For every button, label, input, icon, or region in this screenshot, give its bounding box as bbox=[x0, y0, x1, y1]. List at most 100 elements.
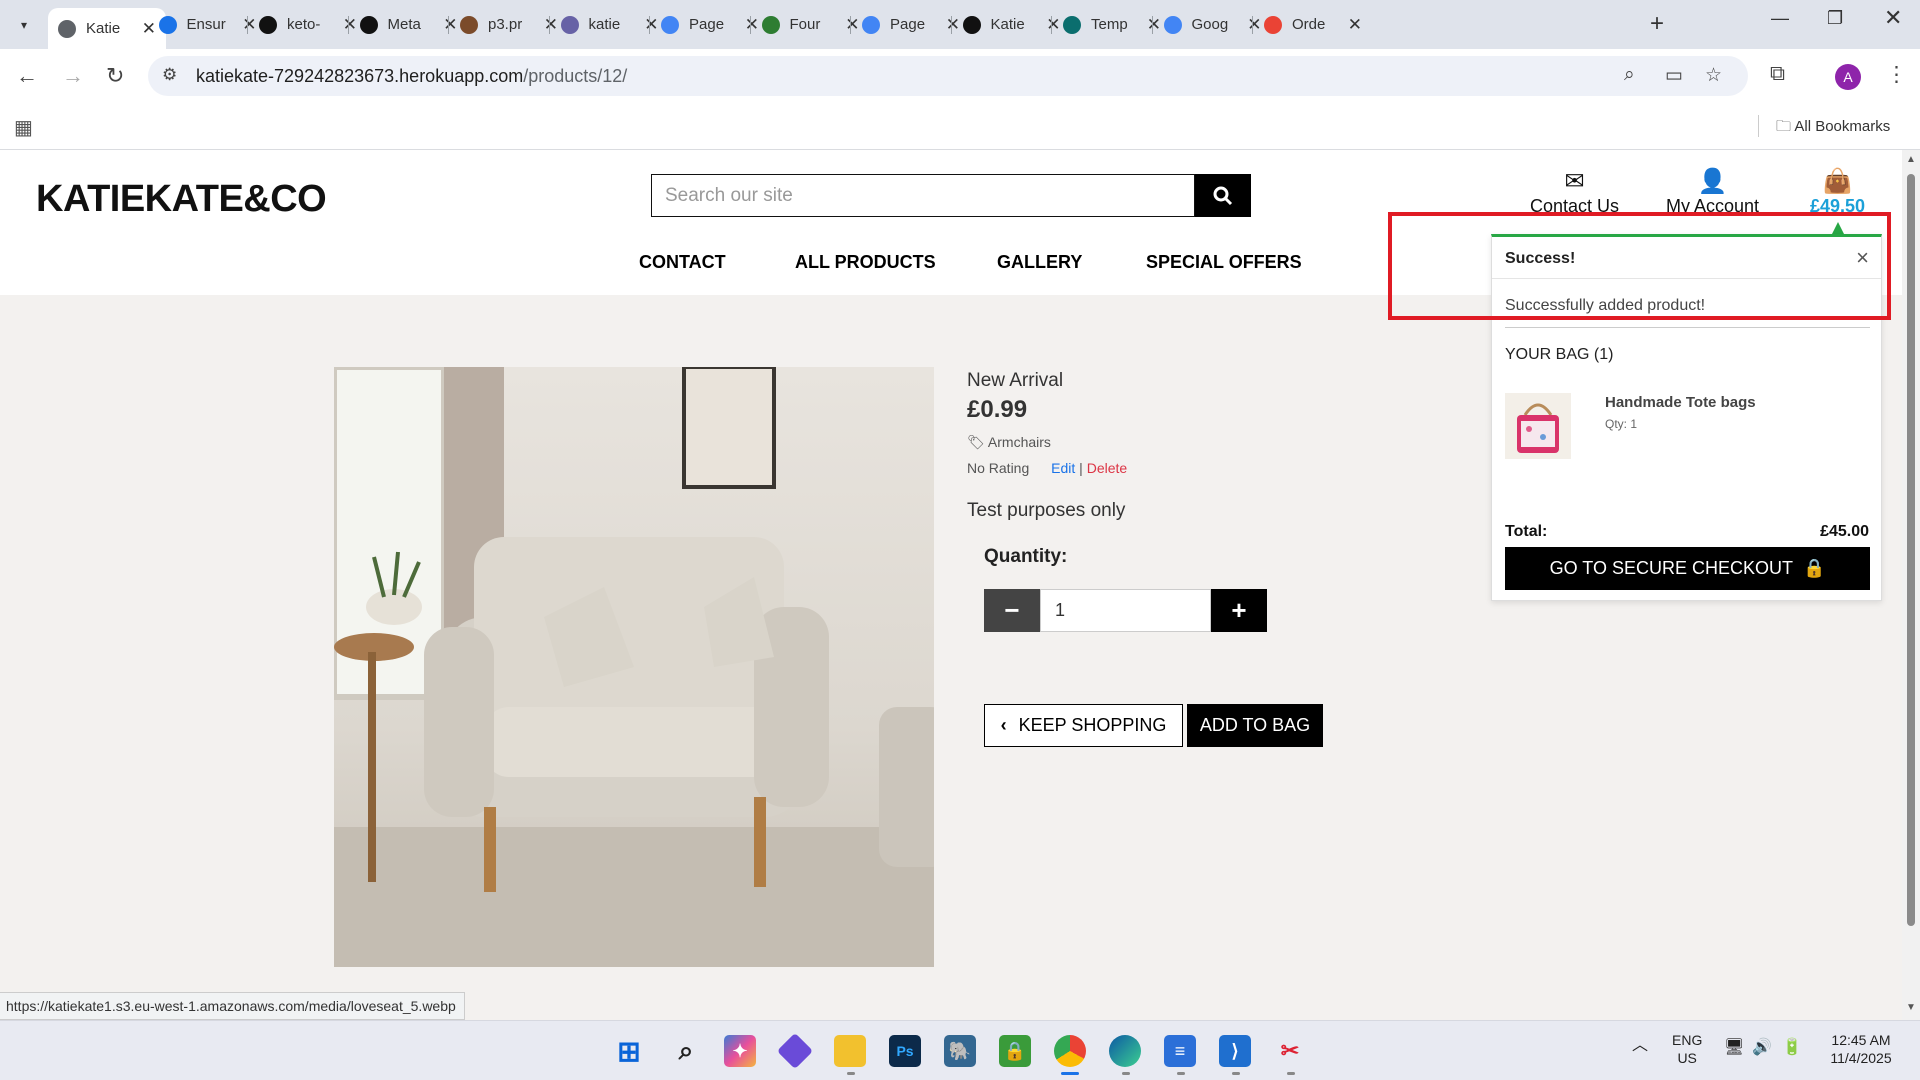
all-bookmarks-button[interactable]: 🗀 All Bookmarks bbox=[1776, 116, 1890, 141]
close-window-icon[interactable]: ✕ bbox=[1884, 5, 1902, 31]
url-text[interactable]: katiekate-729242823673.herokuapp.com/pro… bbox=[196, 66, 627, 87]
toast-header: Success! × bbox=[1492, 237, 1881, 279]
close-icon[interactable]: × bbox=[1856, 245, 1869, 271]
gemini-app-icon[interactable] bbox=[776, 1032, 814, 1070]
reload-icon[interactable]: ↻ bbox=[106, 63, 124, 89]
profile-avatar[interactable]: A bbox=[1835, 64, 1861, 90]
site-info-icon[interactable]: ⚙ bbox=[162, 65, 177, 85]
product-category[interactable]: 🏷 Armchairs bbox=[967, 434, 1051, 451]
rating-label: No Rating bbox=[967, 460, 1030, 476]
contact-us-link[interactable]: ✉ Contact Us bbox=[1530, 168, 1619, 217]
language-indicator[interactable]: ENG US bbox=[1672, 1031, 1702, 1067]
copilot-icon[interactable]: ✦ bbox=[724, 1035, 756, 1067]
restore-icon[interactable]: ❐ bbox=[1827, 8, 1843, 29]
address-bar[interactable]: ⚙ katiekate-729242823673.herokuapp.com/p… bbox=[148, 56, 1748, 96]
card-icon[interactable]: ▭ bbox=[1665, 64, 1683, 87]
new-tab-icon[interactable]: + bbox=[1650, 10, 1664, 38]
armchair-illustration bbox=[334, 367, 934, 967]
back-icon[interactable]: ← bbox=[16, 63, 38, 89]
running-indicator bbox=[1232, 1072, 1240, 1075]
vscode-icon[interactable]: ⟩ bbox=[1219, 1035, 1251, 1067]
status-bar-url: https://katiekate1.s3.eu-west-1.amazonaw… bbox=[0, 992, 465, 1020]
pagespeed-icon bbox=[862, 15, 880, 34]
keep-shopping-button[interactable]: ‹ KEEP SHOPPING bbox=[984, 704, 1183, 747]
web-page: KATIEKATE&CO ✉ Contact Us 👤 My Account 👜… bbox=[0, 150, 1902, 1020]
contact-us-label: Contact Us bbox=[1530, 196, 1620, 216]
increment-button[interactable]: + bbox=[1211, 589, 1267, 632]
notepad-icon[interactable]: ≡ bbox=[1164, 1035, 1196, 1067]
extensions-icon[interactable]: ⧉ bbox=[1770, 62, 1785, 86]
tab-search-icon[interactable]: ▾ bbox=[10, 11, 38, 39]
scrollbar-thumb[interactable] bbox=[1907, 174, 1915, 926]
tab-separator bbox=[950, 16, 952, 34]
secure-checkout-button[interactable]: GO TO SECURE CHECKOUT 🔒 bbox=[1505, 547, 1870, 590]
edit-link[interactable]: Edit bbox=[1051, 460, 1075, 476]
nav-special-offers[interactable]: SPECIAL OFFERS bbox=[1146, 252, 1302, 273]
postgres-icon[interactable]: 🐘 bbox=[944, 1035, 976, 1067]
nav-gallery[interactable]: GALLERY bbox=[997, 252, 1082, 273]
bag-link[interactable]: 👜 £49.50 bbox=[1810, 168, 1865, 217]
add-to-bag-button[interactable]: ADD TO BAG bbox=[1187, 704, 1323, 747]
search-input[interactable] bbox=[651, 174, 1195, 217]
scroll-up-icon[interactable]: ▲ bbox=[1906, 154, 1916, 165]
gmail-icon bbox=[1264, 15, 1282, 34]
tab-label: katie bbox=[588, 16, 621, 33]
pagespeed-icon bbox=[661, 15, 679, 34]
decrement-button[interactable]: − bbox=[984, 589, 1040, 632]
search-button[interactable] bbox=[1195, 174, 1251, 217]
bag-item-name[interactable]: Handmade Tote bags bbox=[1605, 394, 1756, 411]
network-icon[interactable]: 🖥 bbox=[1724, 1039, 1744, 1057]
windows-start-icon[interactable]: ⊞ bbox=[613, 1035, 645, 1067]
tab-separator bbox=[247, 16, 248, 34]
zoom-icon[interactable]: ⌕ bbox=[1624, 64, 1635, 86]
tab-separator bbox=[1252, 16, 1253, 34]
photoshop-icon[interactable]: Ps bbox=[889, 1035, 921, 1067]
chrome-taskbar-icon[interactable] bbox=[1054, 1035, 1086, 1067]
tab-strip: ▾ Katie ✕ Ensur ✕ keto- ✕ Meta ✕ p3.pr ✕ katie ✕ Pag… bbox=[0, 0, 1920, 49]
apps-grid-icon[interactable]: ▦ bbox=[14, 115, 33, 140]
region-label: US bbox=[1677, 1050, 1697, 1066]
browser-tab[interactable]: Orde ✕ bbox=[1254, 8, 1372, 41]
nav-contact[interactable]: CONTACT bbox=[639, 252, 726, 273]
plus-icon: + bbox=[1231, 595, 1247, 625]
heroku-icon bbox=[560, 15, 579, 34]
chevron-left-icon: ‹ bbox=[1000, 715, 1007, 735]
snipping-tool-icon[interactable]: ✂ bbox=[1274, 1035, 1306, 1067]
close-tab-icon[interactable]: ✕ bbox=[1348, 15, 1362, 35]
quantity-label: Quantity: bbox=[984, 546, 1068, 567]
lock-app-icon[interactable]: 🔒 bbox=[999, 1035, 1031, 1067]
forward-icon[interactable]: → bbox=[62, 63, 84, 89]
bookmarks-bar: ▦ 🗀 All Bookmarks bbox=[0, 103, 1920, 150]
tab-label: Page bbox=[689, 16, 725, 33]
tab-separator bbox=[1051, 16, 1052, 34]
chevron-up-icon[interactable]: ︿ bbox=[1632, 1037, 1648, 1055]
tab-separator bbox=[749, 16, 751, 34]
product-image[interactable] bbox=[334, 367, 934, 967]
bookmark-star-icon[interactable]: ☆ bbox=[1705, 64, 1722, 87]
envelope-icon: ✉ bbox=[1564, 168, 1585, 195]
quantity-input[interactable] bbox=[1040, 589, 1211, 632]
volume-icon[interactable]: 🔊 bbox=[1752, 1039, 1772, 1057]
product-price: £0.99 bbox=[967, 396, 1028, 423]
edge-icon[interactable] bbox=[1109, 1035, 1141, 1067]
minimize-icon[interactable]: — bbox=[1771, 8, 1789, 29]
github-icon bbox=[259, 15, 277, 34]
tab-label: Katie bbox=[86, 20, 121, 37]
delete-link[interactable]: Delete bbox=[1087, 460, 1127, 476]
nav-all-products[interactable]: ALL PRODUCTS bbox=[795, 252, 936, 273]
search-taskbar-icon[interactable]: ⌕ bbox=[670, 1035, 702, 1067]
tab-separator bbox=[1151, 16, 1153, 34]
scroll-down-icon[interactable]: ▼ bbox=[1906, 1002, 1916, 1013]
my-account-label: My Account bbox=[1666, 196, 1760, 216]
page-scrollbar[interactable]: ▲ ▼ bbox=[1902, 150, 1920, 1020]
my-account-link[interactable]: 👤 My Account bbox=[1666, 168, 1759, 217]
search-icon bbox=[1213, 186, 1233, 205]
clock[interactable]: 12:45 AM 11/4/2025 bbox=[1826, 1031, 1896, 1067]
bag-item-qty: Qty: 1 bbox=[1605, 417, 1638, 431]
file-explorer-icon[interactable] bbox=[834, 1035, 866, 1067]
site-logo[interactable]: KATIEKATE&CO bbox=[36, 178, 327, 221]
github-icon bbox=[962, 15, 981, 34]
battery-icon[interactable]: 🔋 bbox=[1782, 1039, 1802, 1057]
bag-item-image bbox=[1505, 393, 1571, 459]
menu-icon[interactable]: ⋮ bbox=[1886, 62, 1907, 87]
